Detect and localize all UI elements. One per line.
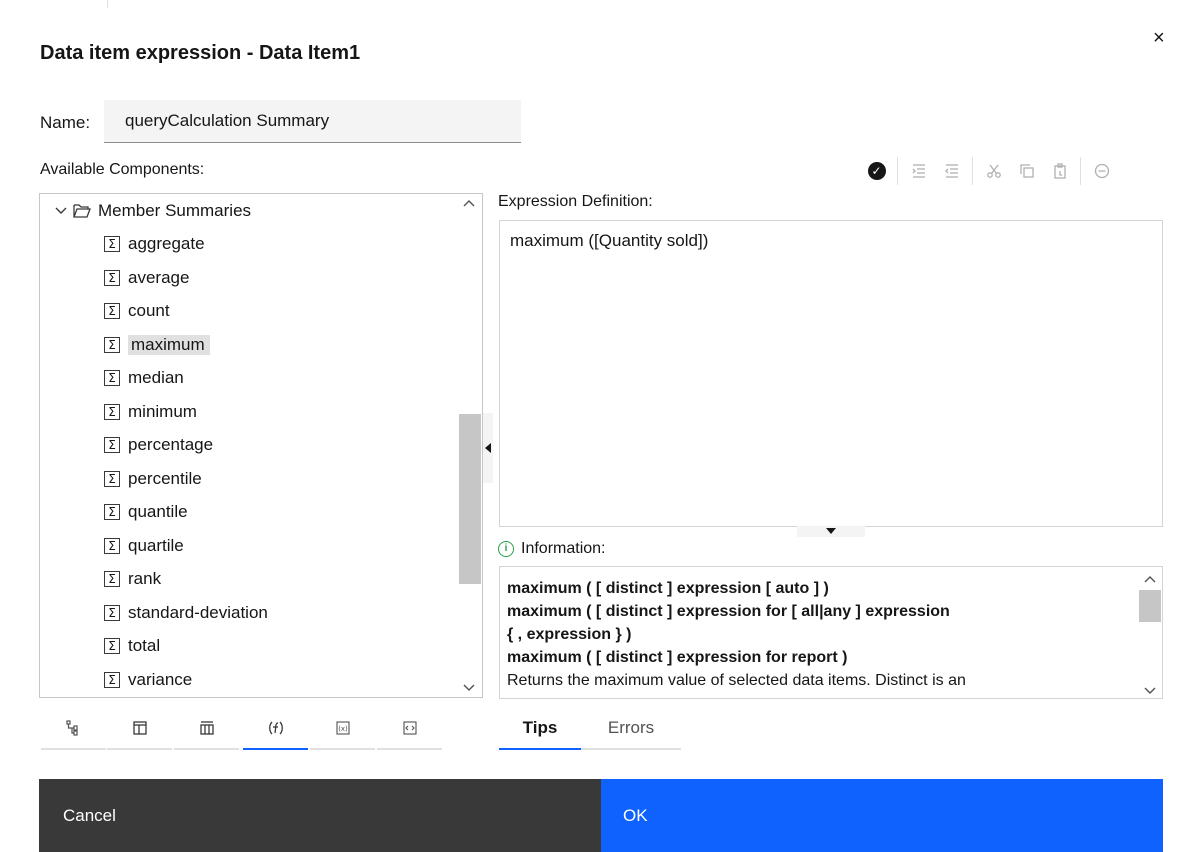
list-item-label: variance: [128, 669, 193, 689]
caret-left-icon: [485, 443, 491, 453]
summary-function-icon: Σ: [104, 370, 120, 386]
list-item[interactable]: Σrank: [104, 564, 161, 594]
remove-icon[interactable]: [1085, 158, 1118, 184]
cancel-button[interactable]: Cancel: [39, 779, 601, 852]
svg-text:(x): (x): [338, 725, 348, 733]
list-item-label: percentile: [128, 468, 202, 488]
list-item[interactable]: Σcount: [104, 296, 170, 326]
list-item[interactable]: Σvariance: [104, 665, 192, 695]
summary-function-icon: Σ: [104, 571, 120, 587]
toolbar-separator: [1080, 157, 1081, 185]
top-divider: [107, 0, 108, 8]
close-icon[interactable]: ×: [1153, 28, 1165, 48]
info-scrollbar-thumb[interactable]: [1139, 590, 1161, 622]
scroll-up-icon[interactable]: [463, 196, 475, 210]
parameters-icon[interactable]: (x): [310, 708, 375, 750]
tree-scrollbar-thumb[interactable]: [459, 414, 481, 584]
list-item-label: quartile: [128, 535, 184, 555]
information-label: Information:: [521, 540, 606, 557]
list-item-label: standard-deviation: [128, 602, 268, 622]
summary-function-icon: Σ: [104, 671, 120, 688]
list-item-label: maximum: [128, 334, 210, 355]
outdent-icon[interactable]: [935, 158, 968, 184]
summary-function-icon: Σ: [104, 336, 120, 353]
info-syntax-line: maximum ( [ distinct ] expression for [ …: [507, 603, 950, 620]
toolbar-separator: [897, 157, 898, 185]
summary-function-icon: Σ: [104, 303, 120, 319]
components-tree[interactable]: Member Summaries Σaggregate Σaverage Σcoun…: [39, 193, 483, 698]
list-item-label: quantile: [128, 502, 188, 521]
tab-tips[interactable]: Tips: [499, 708, 581, 750]
summary-function-icon: Σ: [104, 437, 120, 453]
expand-info-tab[interactable]: [797, 526, 865, 537]
list-item-label: rank: [128, 569, 162, 588]
copy-icon[interactable]: [1010, 158, 1043, 184]
list-item[interactable]: Σpercentile: [104, 464, 202, 494]
summary-function-icon: Σ: [104, 470, 120, 487]
name-label: Name:: [40, 113, 91, 132]
list-item[interactable]: Σstandard-deviation: [104, 598, 268, 628]
summary-function-icon: Σ: [104, 638, 120, 654]
collapse-panel-tab[interactable]: [483, 413, 493, 483]
list-item-label: minimum: [128, 401, 197, 421]
info-syntax-line: maximum ( [ distinct ] expression [ auto…: [507, 580, 829, 597]
source-tree-icon[interactable]: [41, 708, 106, 750]
folder-label: Member Summaries: [98, 201, 252, 220]
cut-icon[interactable]: [977, 158, 1010, 184]
expression-definition-label: Expression Definition:: [498, 193, 653, 210]
chevron-down-icon[interactable]: [55, 204, 67, 219]
tab-errors[interactable]: Errors: [581, 708, 681, 750]
summary-function-icon: Σ: [104, 236, 120, 252]
list-item[interactable]: Σaggregate: [104, 229, 205, 259]
info-syntax-line: maximum ( [ distinct ] expression for re…: [507, 649, 848, 666]
tree-folder-member-summaries[interactable]: Member Summaries: [55, 196, 251, 226]
ok-button[interactable]: OK: [601, 779, 1163, 852]
name-input[interactable]: [104, 100, 521, 143]
list-item-label: average: [128, 267, 190, 287]
expression-editor[interactable]: maximum ([Quantity sold]): [499, 220, 1163, 527]
info-description: Returns the maximum value of selected da…: [507, 672, 966, 689]
component-tabs: (x): [39, 708, 447, 750]
list-item-label: count: [128, 301, 170, 320]
caret-down-icon: [826, 528, 836, 534]
summary-function-icon: Σ: [104, 269, 120, 286]
list-item-label: percentage: [128, 435, 214, 454]
dialog-title: Data item expression - Data Item1: [40, 42, 361, 64]
summary-function-icon: Σ: [104, 504, 120, 520]
list-item[interactable]: Σquartile: [104, 531, 184, 561]
folder-open-icon: [73, 204, 91, 218]
toolbar-separator: [972, 157, 973, 185]
list-item[interactable]: Σminimum: [104, 397, 197, 427]
data-items-icon[interactable]: [107, 708, 172, 750]
list-item[interactable]: Σquantile: [104, 497, 188, 527]
list-item[interactable]: Σmaximum: [104, 330, 210, 360]
query-icon[interactable]: [174, 708, 239, 750]
list-item-label: total: [128, 636, 161, 655]
scroll-down-icon[interactable]: [463, 681, 475, 695]
info-syntax-line: { , expression } ): [507, 626, 632, 643]
functions-icon[interactable]: [243, 708, 308, 750]
available-components-label: Available Components:: [40, 161, 205, 178]
list-item[interactable]: Σtotal: [104, 631, 160, 661]
list-item-label: median: [128, 368, 184, 387]
list-item[interactable]: Σpercentage: [104, 430, 213, 460]
summary-function-icon: Σ: [104, 604, 120, 621]
summary-function-icon: Σ: [104, 537, 120, 554]
information-panel[interactable]: maximum ( [ distinct ] expression [ auto…: [499, 566, 1163, 699]
info-scroll-up-icon[interactable]: [1144, 572, 1156, 586]
list-item-label: aggregate: [128, 234, 205, 253]
summary-function-icon: Σ: [104, 403, 120, 420]
info-scroll-down-icon[interactable]: [1144, 684, 1156, 698]
validate-icon[interactable]: ✓: [860, 158, 893, 184]
information-header: i Information:: [498, 540, 605, 558]
list-item[interactable]: Σaverage: [104, 263, 189, 293]
expression-toolbar: ✓: [860, 157, 1118, 185]
indent-icon[interactable]: [902, 158, 935, 184]
paste-icon[interactable]: [1043, 158, 1076, 184]
list-item[interactable]: Σmedian: [104, 363, 184, 393]
macros-icon[interactable]: [377, 708, 442, 750]
info-icon: i: [498, 541, 514, 557]
